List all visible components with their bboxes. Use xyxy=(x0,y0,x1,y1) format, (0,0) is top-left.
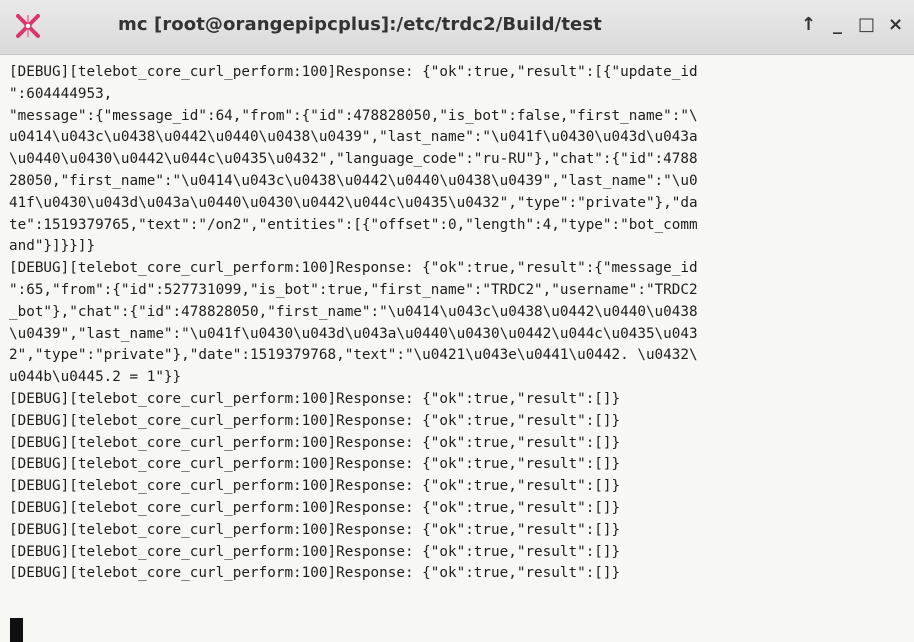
log-line: te":1519379765,"text":"/on2","entities":… xyxy=(9,216,698,233)
log-line: ":604444953, xyxy=(9,85,113,102)
log-line: [DEBUG][telebot_core_curl_perform:100]Re… xyxy=(9,434,621,451)
log-line: [DEBUG][telebot_core_curl_perform:100]Re… xyxy=(9,565,621,582)
terminal-window: mc [root@orangepipcplus]:/etc/trdc2/Buil… xyxy=(0,0,914,642)
maximize-icon[interactable]: □ xyxy=(852,10,881,40)
log-line: [DEBUG][telebot_core_curl_perform:100]Re… xyxy=(9,456,621,473)
app-icon[interactable] xyxy=(14,12,42,40)
minimize-icon[interactable]: _ xyxy=(823,10,852,40)
log-line: 2","type":"private"},"date":1519379768,"… xyxy=(9,347,698,364)
window-controls: ↑ _ □ × xyxy=(794,10,910,40)
log-line: \u0439","last_name":"\u041f\u0430\u043d\… xyxy=(9,325,698,342)
terminal-output-area[interactable]: [DEBUG][telebot_core_curl_perform:100]Re… xyxy=(0,56,914,642)
log-line: [DEBUG][telebot_core_curl_perform:100]Re… xyxy=(9,478,621,495)
log-line: [DEBUG][telebot_core_curl_perform:100]Re… xyxy=(9,64,698,80)
log-line: \u0440\u0430\u0442\u044c\u0435\u0432","l… xyxy=(9,151,698,168)
arrow-up-icon[interactable]: ↑ xyxy=(794,10,823,40)
log-line: "message":{"message_id":64,"from":{"id":… xyxy=(9,107,698,124)
log-line: [DEBUG][telebot_core_curl_perform:100]Re… xyxy=(9,390,621,407)
log-output: [DEBUG][telebot_core_curl_perform:100]Re… xyxy=(9,62,914,607)
log-line: _bot"},"chat":{"id":478828050,"first_nam… xyxy=(9,303,698,320)
log-line: and"}]}}]} xyxy=(9,238,96,255)
log-line: [DEBUG][telebot_core_curl_perform:100]Re… xyxy=(9,260,698,277)
log-line: [DEBUG][telebot_core_curl_perform:100]Re… xyxy=(9,521,621,538)
text-cursor xyxy=(10,618,23,642)
title-bar[interactable]: mc [root@orangepipcplus]:/etc/trdc2/Buil… xyxy=(0,0,914,55)
log-line: u0414\u043c\u0438\u0442\u0440\u0438\u043… xyxy=(9,129,698,146)
log-line: ":65,"from":{"id":527731099,"is_bot":tru… xyxy=(9,281,698,298)
log-line: [DEBUG][telebot_core_curl_perform:100]Re… xyxy=(9,412,621,429)
close-icon[interactable]: × xyxy=(881,10,910,40)
window-title: mc [root@orangepipcplus]:/etc/trdc2/Buil… xyxy=(118,14,602,35)
log-line: 28050,"first_name":"\u0414\u043c\u0438\u… xyxy=(9,172,698,189)
log-line: u044b\u0445.2 = 1"}} xyxy=(9,369,182,386)
log-line: 41f\u0430\u043d\u043a\u0440\u0430\u0442\… xyxy=(9,194,698,211)
log-line: [DEBUG][telebot_core_curl_perform:100]Re… xyxy=(9,543,621,560)
log-line: [DEBUG][telebot_core_curl_perform:100]Re… xyxy=(9,499,621,516)
